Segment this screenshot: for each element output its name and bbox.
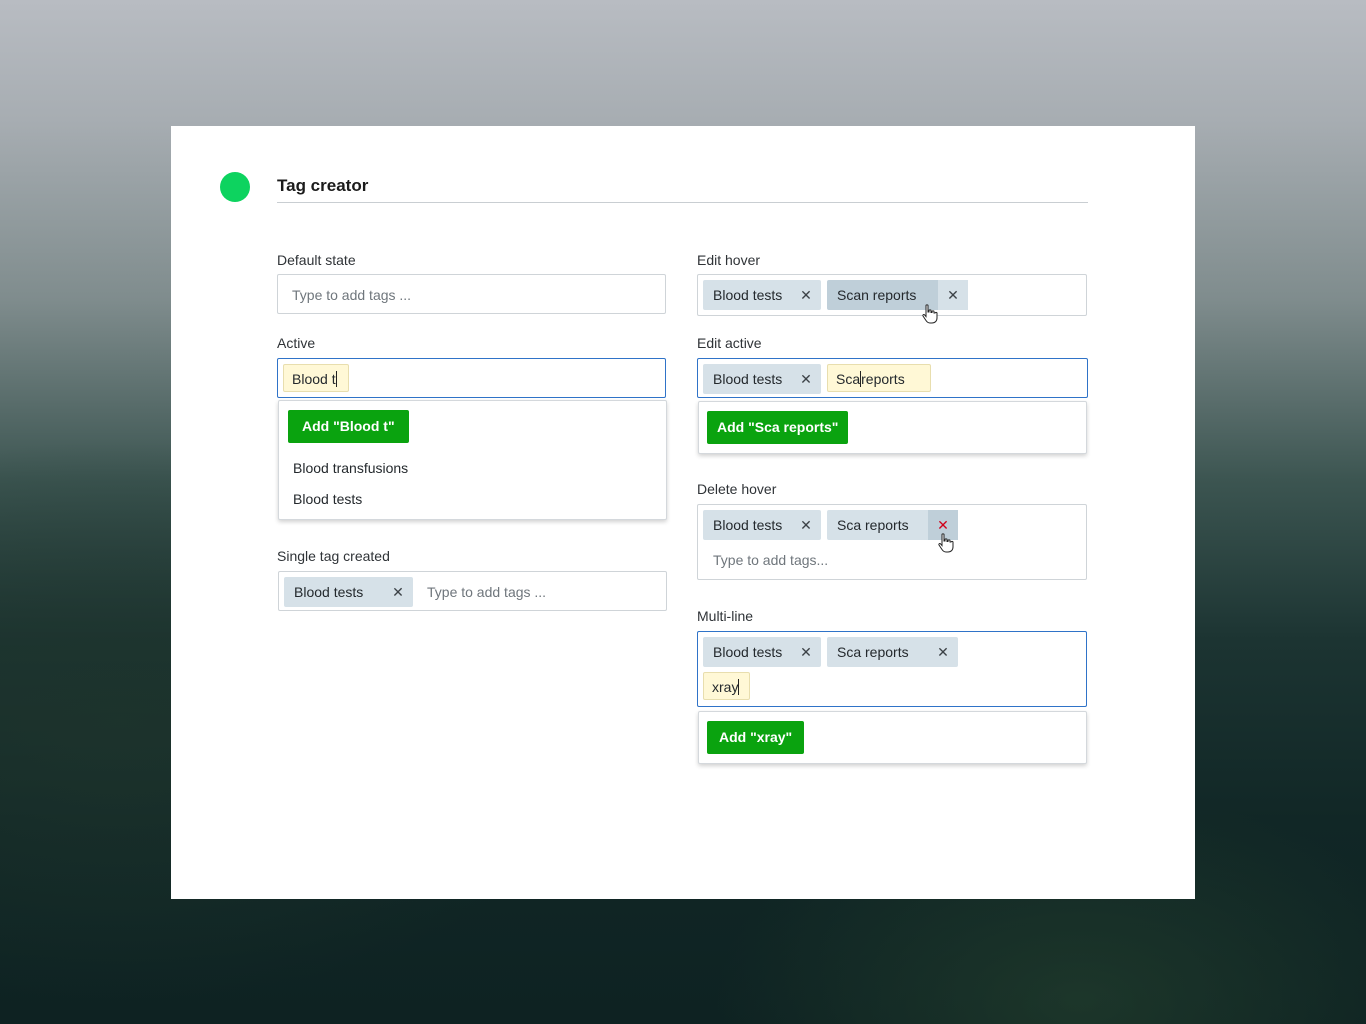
tag-creator-card: Tag creator Default state Type to add ta… <box>171 126 1195 899</box>
tag-label: Blood tests <box>713 644 783 660</box>
single-placeholder: Type to add tags ... <box>427 584 547 600</box>
tag-chip: Blood tests ✕ <box>703 280 821 310</box>
add-xray-button[interactable]: Add "xray" <box>707 721 805 754</box>
single-tag-label: Single tag created <box>277 548 390 564</box>
multi-line-label: Multi-line <box>697 608 754 624</box>
delete-hover-label: Delete hover <box>697 481 777 497</box>
edit-text-after: reports <box>861 371 905 387</box>
active-typing-chip[interactable]: Blood t <box>283 364 349 392</box>
editing-tag-chip[interactable]: Scareports <box>827 364 931 392</box>
tag-label: Blood tests <box>713 287 783 303</box>
default-placeholder: Type to add tags ... <box>292 287 412 303</box>
close-icon[interactable]: ✕ <box>791 280 821 310</box>
multi-typing-chip[interactable]: xray <box>703 672 750 700</box>
close-icon[interactable]: ✕ <box>938 280 968 310</box>
delete-hover-tag-input[interactable]: Blood tests ✕ Sca reports ✕ Type to add … <box>697 504 1087 580</box>
active-typed-text: Blood t <box>292 371 336 387</box>
close-icon[interactable]: ✕ <box>383 577 413 607</box>
tag-chip-hover[interactable]: Scan reports ✕ <box>827 280 968 310</box>
edit-active-dropdown: Add "Sca reports" <box>698 401 1087 454</box>
hand-pointer-icon <box>922 304 938 324</box>
multi-typed-text: xray <box>712 679 739 695</box>
tag-label: Sca reports <box>837 644 909 660</box>
edit-hover-label: Edit hover <box>697 252 761 268</box>
edit-active-tag-input[interactable]: Blood tests ✕ Scareports <box>697 358 1088 398</box>
tag-chip: Blood tests ✕ <box>703 364 821 394</box>
text-caret <box>335 371 337 387</box>
add-blood-t-button[interactable]: Add "Blood t" <box>288 410 409 443</box>
tag-chip: Blood tests ✕ <box>703 637 821 667</box>
text-caret <box>738 679 740 695</box>
close-icon[interactable]: ✕ <box>791 510 821 540</box>
edit-text-before: Sca <box>836 371 861 387</box>
page-title: Tag creator <box>277 176 369 195</box>
brand-dot-icon <box>220 172 250 202</box>
tag-chip: Sca reports ✕ <box>827 637 958 667</box>
tag-label: Sca reports <box>837 517 909 533</box>
active-label: Active <box>277 335 316 351</box>
suggestion-blood-tests[interactable]: Blood tests <box>293 491 362 507</box>
tag-chip: Blood tests ✕ <box>703 510 821 540</box>
tag-label: Blood tests <box>713 517 783 533</box>
edit-hover-tag-input[interactable]: Blood tests ✕ Scan reports ✕ <box>697 274 1087 316</box>
edit-active-label: Edit active <box>697 335 762 351</box>
delete-hover-placeholder: Type to add tags... <box>713 552 829 568</box>
add-sca-reports-button[interactable]: Add "Sca reports" <box>707 411 849 444</box>
close-icon[interactable]: ✕ <box>928 637 958 667</box>
hand-pointer-icon <box>938 533 954 553</box>
tag-chip: Blood tests ✕ <box>284 577 413 607</box>
close-icon[interactable]: ✕ <box>791 364 821 394</box>
active-tag-input[interactable]: Blood t <box>277 358 666 398</box>
tag-label: Scan reports <box>837 287 917 303</box>
close-icon[interactable]: ✕ <box>791 637 821 667</box>
active-suggestions-dropdown: Add "Blood t" Blood transfusions Blood t… <box>278 400 667 520</box>
tag-label: Blood tests <box>294 584 364 600</box>
tag-label: Blood tests <box>713 371 783 387</box>
default-state-label: Default state <box>277 252 356 268</box>
multi-line-tag-input[interactable]: Blood tests ✕ Sca reports ✕ xray <box>697 631 1087 707</box>
title-divider <box>277 202 1088 203</box>
default-tag-input[interactable]: Type to add tags ... <box>277 274 666 314</box>
single-tag-input[interactable]: Blood tests ✕ Type to add tags ... <box>278 571 667 611</box>
suggestion-blood-transfusions[interactable]: Blood transfusions <box>293 460 408 476</box>
multi-line-dropdown: Add "xray" <box>698 711 1087 764</box>
